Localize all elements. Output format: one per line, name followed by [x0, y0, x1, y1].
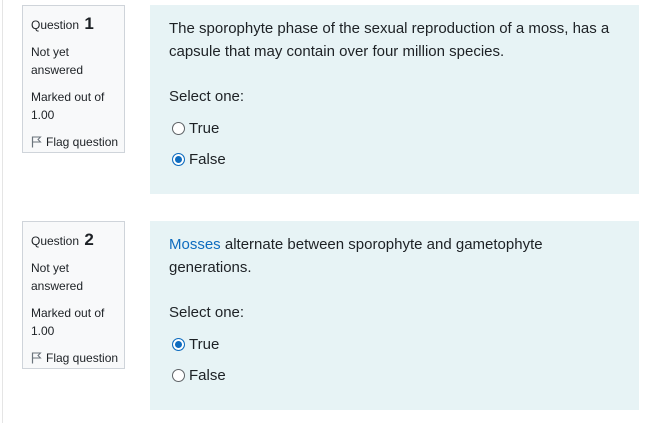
question-content: Mosses alternate between sporophyte and …: [150, 221, 639, 410]
radio-button-selected[interactable]: [172, 153, 185, 166]
answer-option-label[interactable]: True: [189, 120, 219, 137]
question-grade: Marked out of 1.00: [31, 306, 105, 338]
answer-option-label[interactable]: False: [189, 151, 226, 168]
answer-options: True False: [169, 113, 619, 175]
flag-question-button[interactable]: Flag question: [31, 349, 124, 367]
radio-button-selected[interactable]: [172, 338, 185, 351]
answer-option-true[interactable]: True: [169, 113, 619, 144]
page-left-border: [2, 0, 3, 423]
question-number-value: 1: [84, 14, 94, 33]
question-content: The sporophyte phase of the sexual repro…: [150, 5, 639, 194]
question-state: Not yet answered: [31, 261, 84, 293]
question-label: Question: [31, 18, 80, 32]
answer-option-false[interactable]: False: [169, 360, 619, 391]
question-text: Mosses alternate between sporophyte and …: [169, 233, 619, 279]
answer-option-label[interactable]: True: [189, 336, 219, 353]
question-grade: Marked out of 1.00: [31, 90, 105, 122]
flag-question-label: Flag question: [46, 135, 119, 149]
radio-button[interactable]: [172, 122, 185, 135]
answer-prompt: Select one:: [169, 88, 245, 105]
question-number: Question 2: [31, 230, 124, 249]
question-text-body: The sporophyte phase of the sexual repro…: [169, 20, 610, 60]
question-text: The sporophyte phase of the sexual repro…: [169, 17, 619, 63]
question-text-body: alternate between sporophyte and gametop…: [169, 236, 543, 276]
question-label: Question: [31, 234, 80, 248]
radio-button[interactable]: [172, 369, 185, 382]
flag-icon: [31, 352, 42, 364]
answer-options: True False: [169, 329, 619, 391]
answer-prompt: Select one:: [169, 304, 245, 321]
flag-question-button[interactable]: Flag question: [31, 133, 124, 151]
question-info-panel: Question 2 Not yet answered Marked out o…: [22, 221, 125, 369]
question-number: Question 1: [31, 14, 124, 33]
answer-option-true[interactable]: True: [169, 329, 619, 360]
question-state: Not yet answered: [31, 45, 84, 77]
answer-option-false[interactable]: False: [169, 144, 619, 175]
answer-option-label[interactable]: False: [189, 367, 226, 384]
flag-question-label: Flag question: [46, 351, 119, 365]
question-number-value: 2: [84, 230, 94, 249]
question-info-panel: Question 1 Not yet answered Marked out o…: [22, 5, 125, 153]
question-text-link[interactable]: Mosses: [169, 236, 221, 253]
flag-icon: [31, 136, 42, 148]
